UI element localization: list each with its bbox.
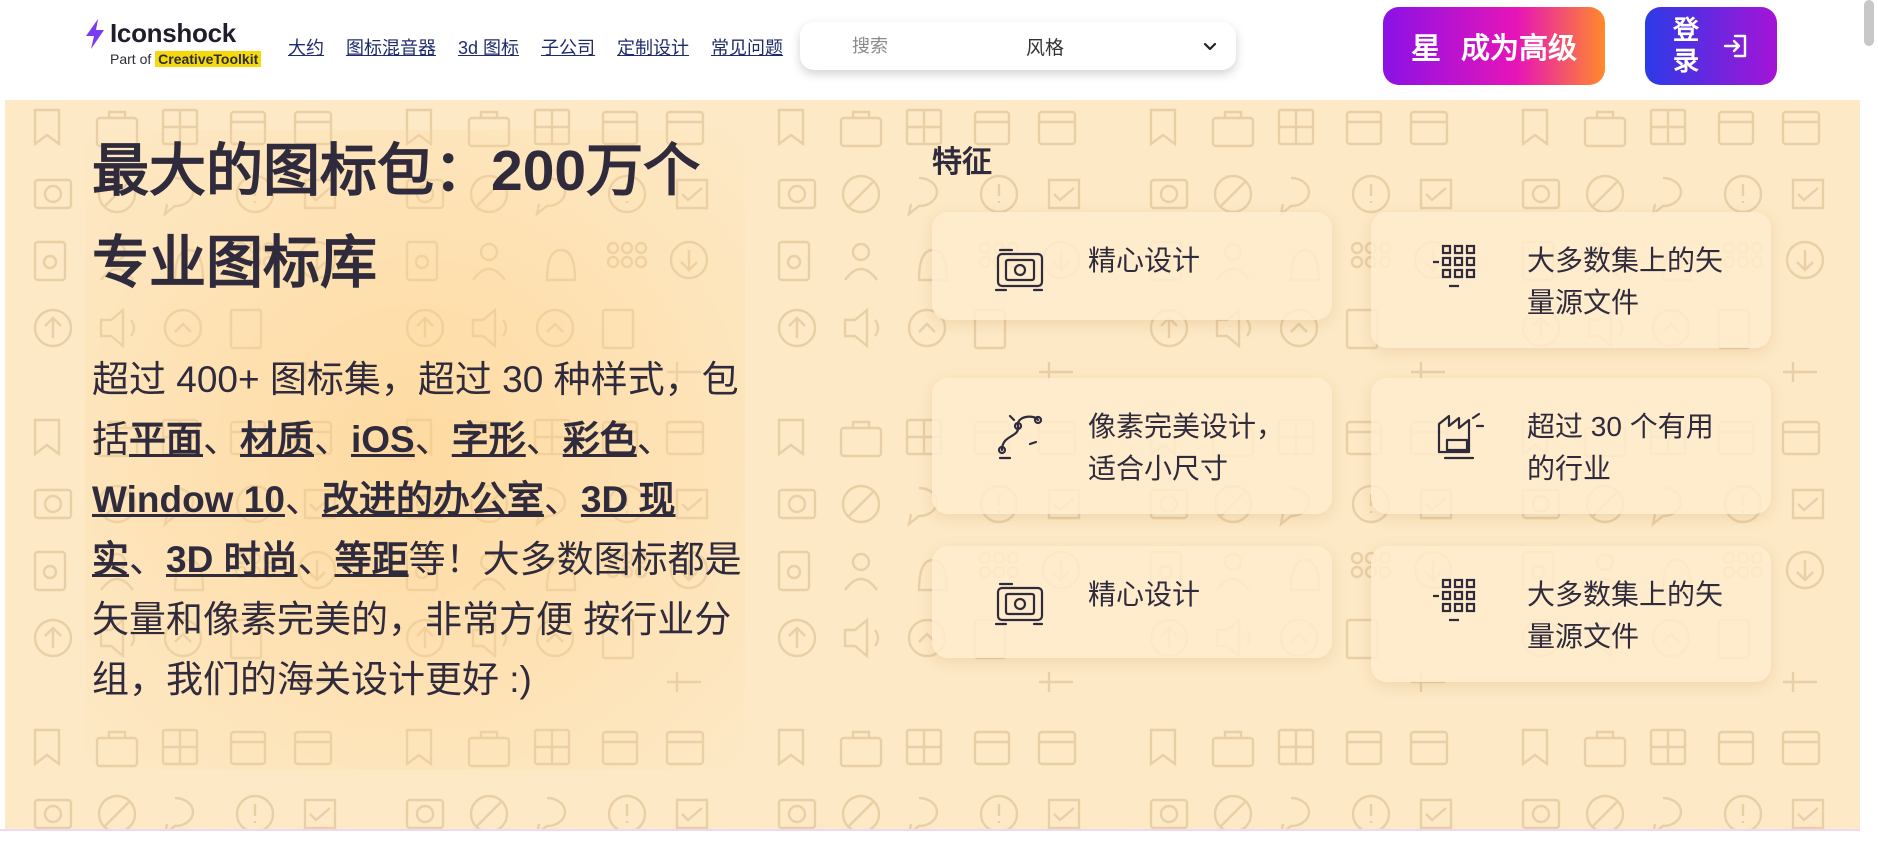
search-bar: 风格 [800,22,1236,70]
nav-subsidiaries[interactable]: 子公司 [541,34,595,60]
link-flat[interactable]: 平面 [129,419,203,460]
link-color[interactable]: 彩色 [563,419,637,460]
logo-subtitle: Part of CreativeToolkit [110,51,262,67]
login-label: 登录 [1672,14,1699,76]
site-header: Iconshock Part of CreativeToolkit 大约 图标混… [0,0,1878,100]
feature-card: 像素完美设计，适合小尺寸 [932,378,1332,514]
link-window10[interactable]: Window 10 [92,479,285,520]
feature-label: 精心设计 [1088,579,1201,610]
hero-title: 最大的图标包：200万个专业图标库 [92,139,701,295]
link-ios[interactable]: iOS [351,419,415,460]
scrollbar[interactable] [1860,0,1878,847]
star-icon: 星 [1410,33,1441,66]
scrollbar-thumb[interactable] [1864,0,1874,46]
main-nav: 大约 图标混音器 3d 图标 子公司 定制设计 常见问题 [288,34,783,60]
style-dropdown-value: 风格 [1026,37,1065,59]
link-office[interactable]: 改进的办公室 [322,479,544,520]
hero-title-block: 最大的图标包：200万个专业图标库 [92,125,742,309]
nav-faq[interactable]: 常见问题 [711,34,783,60]
hero-description: 超过 400+ 图标集，超过 30 种样式，包括平面、材质、iOS、字形、彩色、… [92,359,742,700]
feature-card: 精心设计 [932,546,1332,658]
industry-icon [1437,412,1485,460]
creativetoolkit-badge: CreativeToolkit [155,51,262,67]
become-premium-button[interactable]: 星 成为高级 [1383,7,1605,85]
nav-custom-design[interactable]: 定制设计 [617,34,689,60]
logo[interactable]: Iconshock Part of CreativeToolkit [84,18,262,67]
link-glyph[interactable]: 字形 [452,419,526,460]
features-title: 特征 [932,146,992,179]
feature-label: 像素完美设计，适合小尺寸 [1088,411,1285,484]
vector-grid-icon [1433,244,1476,288]
style-dropdown[interactable]: 风格 [1026,22,1222,70]
logo-name: Iconshock [110,18,236,48]
login-button[interactable]: 登录 [1645,7,1777,85]
feature-card: 大多数集上的矢量源文件 [1371,212,1771,348]
link-isometric[interactable]: 等距 [335,539,409,580]
vector-grid-icon [1433,578,1476,622]
feature-label: 超过 30 个有用的行业 [1527,411,1714,484]
nav-about[interactable]: 大约 [288,34,324,60]
link-3d-fashion[interactable]: 3D 时尚 [166,539,298,580]
nav-icon-mixer[interactable]: 图标混音器 [346,34,436,60]
feature-card: 超过 30 个有用的行业 [1371,378,1771,514]
premium-label: 成为高级 [1460,33,1577,65]
feature-card: 大多数集上的矢量源文件 [1371,546,1771,682]
chevron-down-icon [1203,42,1217,51]
search-input[interactable] [852,35,1032,57]
link-material[interactable]: 材质 [240,419,314,460]
feature-label: 大多数集上的矢量源文件 [1527,579,1724,652]
nav-3d-icons[interactable]: 3d 图标 [458,34,519,60]
photo-frame-icon [994,248,1044,292]
login-arrow-icon [1723,34,1747,58]
feature-card: 精心设计 [932,212,1332,320]
bolt-icon [86,18,104,49]
photo-frame-icon [994,582,1044,626]
feature-label: 大多数集上的矢量源文件 [1527,245,1724,318]
bezier-path-icon [997,414,1043,460]
feature-label: 精心设计 [1088,245,1201,276]
page-bottom-strip [0,829,1878,847]
